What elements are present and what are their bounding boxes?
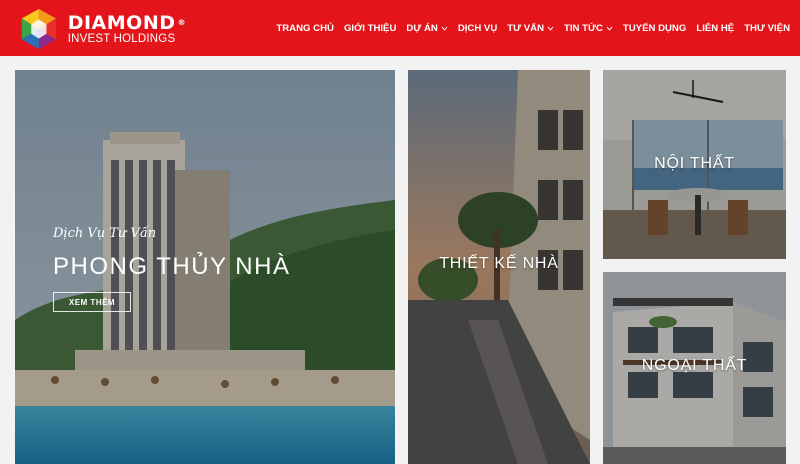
tile-thiet-ke-nha[interactable]: THIẾT KẾ NHÀ <box>408 70 590 464</box>
tile-subtitle: Dịch Vụ Tư Vấn <box>53 226 157 241</box>
nav-item-gioi-thieu[interactable]: GIỚI THIỆU <box>344 23 396 34</box>
nav-item-dich-vu[interactable]: DỊCH VỤ <box>458 23 497 34</box>
brand-tagline: INVEST HOLDINGS <box>67 32 176 45</box>
chevron-down-icon <box>441 26 448 31</box>
tile-title: THIẾT KẾ NHÀ <box>439 255 559 272</box>
nav-item-tu-van[interactable]: TƯ VẤN <box>507 23 554 34</box>
nav-item-du-an[interactable]: DỰ ÁN <box>406 23 448 34</box>
chevron-down-icon <box>606 26 613 31</box>
tile-title: PHONG THỦY NHÀ <box>53 253 291 280</box>
tile-phong-thuy[interactable]: Dịch Vụ Tư Vấn PHONG THỦY NHÀ XEM THÊM <box>15 70 395 464</box>
read-more-button[interactable]: XEM THÊM <box>53 292 131 312</box>
brand-name: DIAMOND ® <box>67 11 186 34</box>
site-header: DIAMOND ® INVEST HOLDINGS TRANG CHỦ GIỚI … <box>0 0 800 56</box>
nav-item-tuyen-dung[interactable]: TUYỂN DỤNG <box>623 23 686 34</box>
main-nav: TRANG CHỦ GIỚI THIỆU DỰ ÁN DỊCH VỤ TƯ VẤ… <box>266 0 790 56</box>
diamond-logo-icon <box>21 8 57 50</box>
logo[interactable]: DIAMOND ® INVEST HOLDINGS <box>16 4 186 54</box>
nav-item-lien-he[interactable]: LIÊN HỆ <box>696 23 734 34</box>
nav-item-trang-chu[interactable]: TRANG CHỦ <box>276 23 334 34</box>
tile-ngoai-that[interactable]: NGOẠI THẤT <box>603 272 786 464</box>
tile-title: NGOẠI THẤT <box>641 357 748 374</box>
tile-title: NỘI THẤT <box>654 155 735 172</box>
tile-noi-that[interactable]: NỘI THẤT <box>603 70 786 259</box>
nav-item-tin-tuc[interactable]: TIN TỨC <box>564 23 613 34</box>
logo-text: DIAMOND ® INVEST HOLDINGS <box>68 13 186 46</box>
nav-item-thu-vien[interactable]: THƯ VIỆN <box>744 23 790 34</box>
chevron-down-icon <box>547 26 554 31</box>
